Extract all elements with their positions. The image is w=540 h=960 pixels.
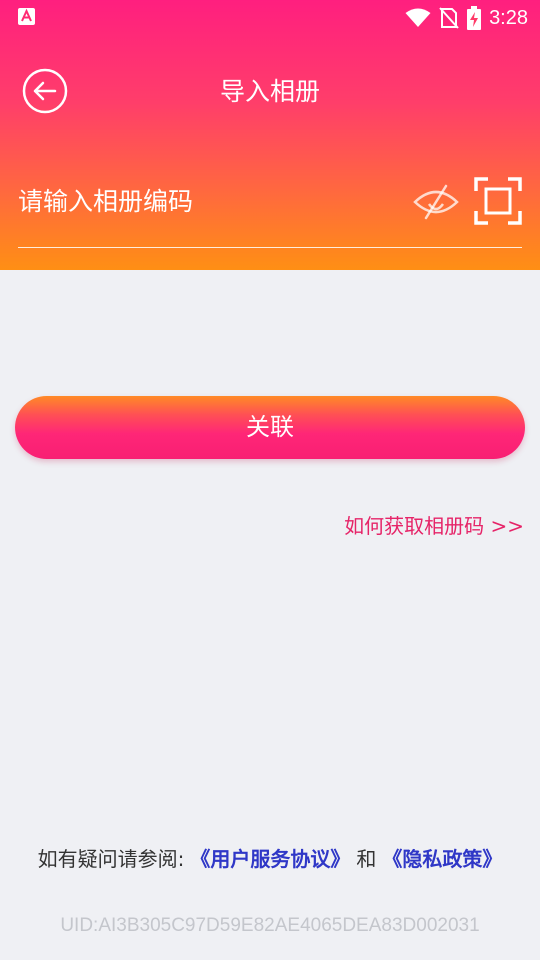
status-bar: 3:28 (0, 0, 540, 36)
footer-notice: 如有疑问请参阅: 《用户服务协议》和《隐私政策》 (0, 844, 540, 874)
input-underline (18, 247, 522, 248)
wifi-icon (405, 8, 431, 27)
battery-charging-icon (467, 6, 482, 30)
scan-icon[interactable] (474, 177, 522, 225)
link-button[interactable]: 关联 (15, 396, 525, 459)
user-agreement-link[interactable]: 《用户服务协议》 (190, 847, 350, 871)
how-to-get-album-code-link[interactable]: 如何获取相册码 >> (344, 512, 524, 540)
header: 3:28 导入相册 (0, 0, 540, 270)
status-time: 3:28 (489, 6, 528, 29)
album-code-input[interactable] (18, 176, 398, 226)
no-sim-icon (439, 7, 459, 29)
privacy-policy-link[interactable]: 《隐私政策》 (382, 847, 502, 871)
app-notification-icon (18, 8, 35, 25)
uid-text: UID:AI3B305C97D59E82AE4065DEA83D002031 (60, 915, 480, 936)
page-title: 导入相册 (219, 77, 320, 106)
eye-off-icon[interactable] (412, 180, 460, 224)
footer-conjunction: 和 (356, 847, 377, 871)
footer-prefix: 如有疑问请参阅: (37, 847, 185, 871)
